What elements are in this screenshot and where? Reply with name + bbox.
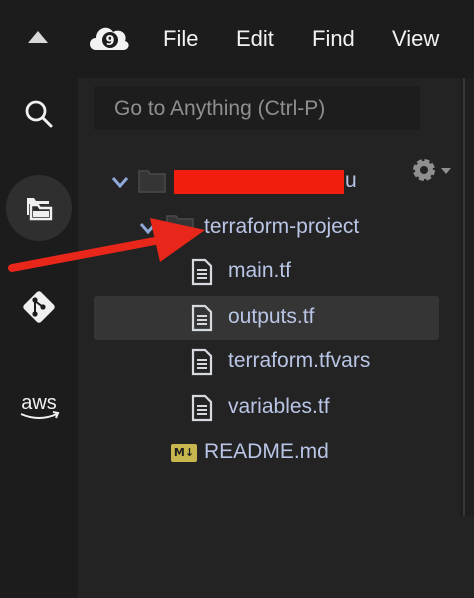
redaction-bar bbox=[174, 170, 344, 194]
file-label: variables.tf bbox=[228, 395, 330, 418]
file-label: terraform.tfvars bbox=[228, 349, 371, 372]
readme-label: README.md bbox=[204, 440, 329, 463]
file-label: main.tf bbox=[228, 259, 292, 282]
folder-icon bbox=[166, 215, 194, 238]
panel-divider[interactable] bbox=[463, 78, 465, 516]
tree-row-readme[interactable]: README.md bbox=[0, 433, 460, 473]
cloud9-logo-icon[interactable]: 9 bbox=[86, 20, 130, 56]
collapse-toolbar-icon[interactable] bbox=[28, 31, 48, 43]
chevron-down-icon[interactable] bbox=[112, 176, 128, 188]
go-to-anything-input[interactable] bbox=[114, 97, 414, 121]
file-icon bbox=[191, 258, 213, 286]
menu-file[interactable]: File bbox=[163, 26, 198, 52]
file-icon bbox=[191, 394, 213, 422]
go-to-anything-box bbox=[94, 86, 420, 130]
logo-digit: 9 bbox=[105, 34, 114, 49]
tree-row-file[interactable]: terraform.tfvars bbox=[0, 342, 460, 382]
menu-edit[interactable]: Edit bbox=[236, 26, 274, 52]
menu-view[interactable]: View bbox=[392, 26, 439, 52]
tree-row-terraform-project[interactable]: terraform-project bbox=[0, 208, 460, 248]
tree-row-file-selected[interactable]: outputs.tf bbox=[0, 298, 460, 338]
tree-row-file[interactable]: variables.tf bbox=[0, 388, 460, 428]
tree-root-label: u bbox=[345, 169, 357, 192]
file-label: outputs.tf bbox=[228, 305, 315, 328]
menu-find[interactable]: Find bbox=[312, 26, 355, 52]
markdown-icon: M↓ bbox=[171, 444, 197, 462]
rail-search-button[interactable] bbox=[6, 81, 72, 147]
menu-bar: 9 File Edit Find View bbox=[0, 0, 474, 78]
chevron-down-icon[interactable] bbox=[140, 222, 156, 234]
file-icon bbox=[191, 304, 213, 332]
search-icon bbox=[25, 100, 53, 128]
folder-icon bbox=[138, 170, 166, 193]
file-icon bbox=[191, 348, 213, 376]
tree-row-file[interactable]: main.tf bbox=[0, 252, 460, 292]
left-rail: aws bbox=[0, 78, 78, 598]
folder-label: terraform-project bbox=[204, 215, 360, 238]
